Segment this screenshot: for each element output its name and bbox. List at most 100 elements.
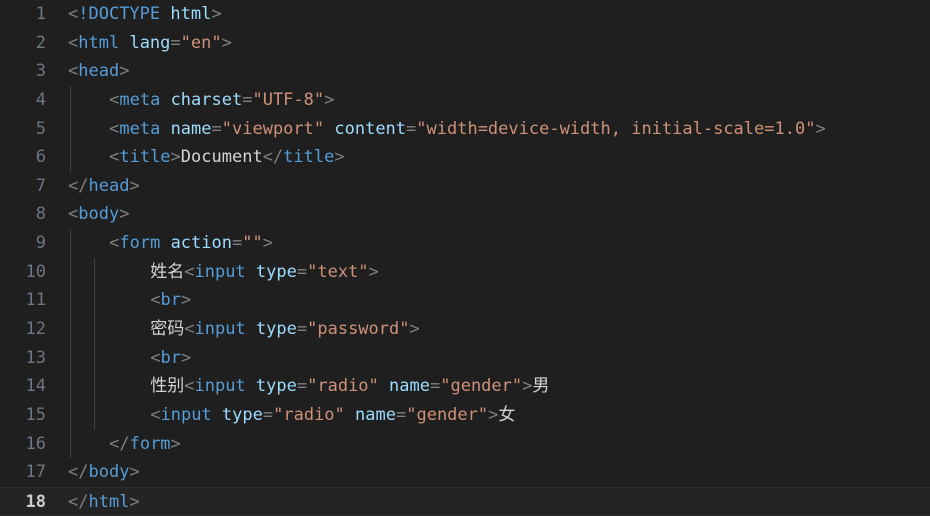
token-pt: < [68,61,79,82]
token-pt: < [68,204,79,225]
token-txt: 姓名 [150,261,185,282]
code-line[interactable]: 4 <meta charset="UTF-8"> [0,85,930,115]
token-tag: body [78,204,120,225]
line-number[interactable]: 11 [0,286,46,315]
token-str: "radio" [307,376,379,397]
code-line[interactable]: 7 </head> [0,172,930,201]
code-line[interactable]: 1 <!DOCTYPE html> [0,0,930,29]
code-line[interactable]: 18 </html> [0,486,930,516]
token-pt: < [184,376,195,397]
line-number[interactable]: 6 [0,143,46,172]
token-pt: > [129,175,140,196]
line-number[interactable]: 7 [0,172,46,201]
code-line-content[interactable]: </html> [68,488,140,516]
code-line-content[interactable]: <form action=""> [109,229,273,258]
token-attr: content [334,118,407,139]
token-tag: br [160,290,181,311]
token-tag: input [194,319,246,340]
code-line[interactable]: 15 <input type="radio" name="gender">女 [0,400,930,430]
code-line-content[interactable]: <html lang="en"> [68,29,232,58]
line-number[interactable]: 16 [0,430,46,459]
token-str: "password" [307,319,410,340]
code-line-content[interactable]: <!DOCTYPE html> [68,0,222,29]
indent-guide [70,257,71,287]
code-line-content[interactable]: <body> [68,200,129,229]
token-tag: title [283,147,335,168]
token-pt: = [395,404,407,425]
line-number[interactable]: 5 [0,115,46,144]
token-str: "" [242,233,263,254]
code-line-content[interactable]: <br> [150,344,191,373]
line-number[interactable]: 4 [0,86,46,115]
token-txt: 女 [498,404,516,425]
token-attr: type [221,404,263,425]
token-pt: = [429,376,441,397]
token-pt: < [150,404,161,425]
code-line[interactable]: 3 <head> [0,57,930,86]
token-pt: = [170,32,181,53]
code-line[interactable]: 16 </form> [0,429,930,459]
token-pt: > [262,233,273,254]
token-attr: name [389,376,430,397]
line-number[interactable]: 12 [0,315,46,344]
token-txt: 性别 [150,376,185,397]
token-doch: html [170,4,212,24]
line-number[interactable]: 3 [0,57,46,86]
line-number[interactable]: 10 [0,258,46,287]
code-line[interactable]: 2 <html lang="en"> [0,29,930,58]
indent-guide [94,343,95,373]
token-attr: lang [129,32,171,53]
code-line-content[interactable]: <input type="radio" name="gender">女 [150,401,515,430]
line-number[interactable]: 17 [0,458,46,487]
token-attr: action [170,233,232,254]
token-tag: head [88,175,130,196]
code-line[interactable]: 8 <body> [0,200,930,229]
code-line-content[interactable]: <meta name="viewport" content="width=dev… [109,115,826,144]
code-line[interactable]: 13 <br> [0,343,930,373]
code-editor[interactable]: 1 <!DOCTYPE html> 2 <html lang="en"> 3 <head>… [0,0,930,516]
code-line[interactable]: 11 <br> [0,286,930,316]
token-tag: input [160,404,212,425]
code-line[interactable]: 12 密码<input type="password"> [0,315,930,344]
code-line-content[interactable]: </head> [68,172,140,201]
code-line[interactable]: 17 </body> [0,458,930,487]
line-number[interactable]: 14 [0,372,46,401]
line-number[interactable]: 8 [0,200,46,229]
token-attr: name [355,404,396,425]
token-tag: html [88,491,130,512]
code-line[interactable]: 9 <form action=""> [0,229,930,258]
token-pt: </ [262,147,284,168]
code-line[interactable]: 6 <title>Document</title> [0,143,930,172]
token-tag: input [194,376,246,397]
token-pt: < [68,32,79,53]
code-line-content[interactable]: 密码<input type="password"> [150,315,420,344]
code-line-content[interactable]: </form> [109,430,181,459]
token-tag: meta [119,89,161,110]
code-line-content[interactable]: </body> [68,458,140,487]
token-pt: </ [109,433,130,454]
token-pt: = [296,376,308,397]
code-line-content[interactable]: <br> [150,286,191,315]
code-line-content[interactable]: <head> [68,57,129,86]
line-number[interactable]: 2 [0,29,46,58]
token-pt: < [184,261,195,282]
line-number[interactable]: 9 [0,229,46,258]
code-line[interactable]: 14 性别<input type="radio" name="gender">男 [0,372,930,401]
indent-guide [70,229,71,258]
code-line-content[interactable]: <title>Document</title> [109,143,345,172]
line-number[interactable]: 18 [0,488,46,516]
token-tag: form [129,433,171,454]
line-number[interactable]: 1 [0,0,46,29]
code-line-content[interactable]: 性别<input type="radio" name="gender">男 [150,372,549,401]
line-number[interactable]: 13 [0,344,46,373]
code-line-content[interactable]: <meta charset="UTF-8"> [109,86,334,115]
code-line[interactable]: 5 <meta name="viewport" content="width=de… [0,114,930,144]
code-line-content[interactable]: 姓名<input type="text"> [150,258,379,287]
token-pt: < [109,89,120,110]
code-line[interactable]: 10 姓名<input type="text"> [0,257,930,287]
line-number[interactable]: 15 [0,401,46,430]
